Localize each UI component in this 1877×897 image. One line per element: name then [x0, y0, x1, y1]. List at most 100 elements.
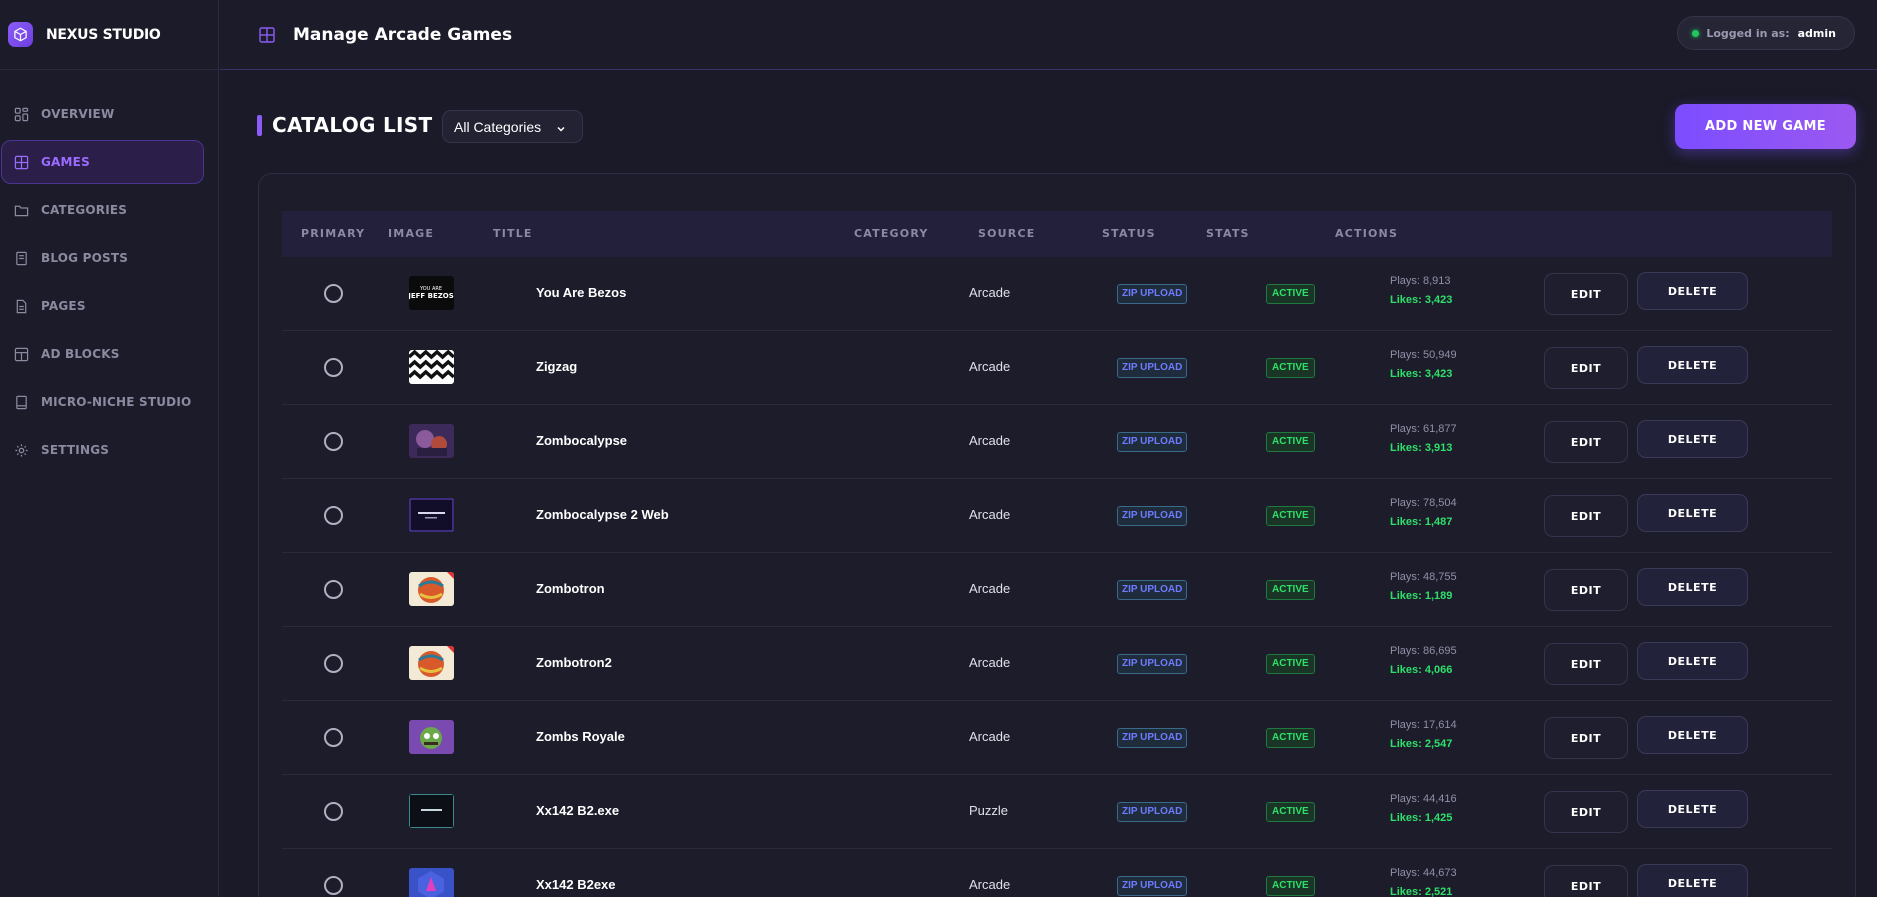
status-badge: ACTIVE — [1266, 506, 1315, 526]
edit-button[interactable]: EDIT — [1544, 717, 1628, 759]
sidebar-item-categories[interactable]: CATEGORIES — [1, 188, 204, 232]
notebook-icon — [14, 395, 29, 410]
games-table: PRIMARY IMAGE TITLE CATEGORY SOURCE STATUS STA… — [258, 173, 1856, 897]
book-icon — [14, 251, 29, 266]
source-badge: ZIP UPLOAD — [1117, 654, 1188, 674]
game-category: Arcade — [969, 581, 1011, 596]
delete-button[interactable]: DELETE — [1637, 568, 1748, 606]
login-label: Logged in as: — [1706, 26, 1790, 40]
table-row: Zombotron2 Arcade ZIP UPLOAD ACTIVE Plays: 8… — [282, 627, 1832, 701]
sidebar-item-ad-blocks[interactable]: AD BLOCKS — [1, 332, 204, 376]
sidebar-item-settings[interactable]: SETTINGS — [1, 428, 204, 472]
folder-icon — [14, 203, 29, 218]
game-category: Arcade — [969, 433, 1011, 448]
plays-count: Plays: 78,504 — [1390, 497, 1457, 509]
game-title: Zombs Royale — [536, 729, 625, 744]
sidebar-item-label: BLOG POSTS — [41, 251, 129, 265]
edit-button[interactable]: EDIT — [1544, 643, 1628, 685]
primary-radio[interactable] — [324, 580, 343, 599]
delete-button[interactable]: DELETE — [1637, 864, 1748, 897]
add-new-game-button[interactable]: ADD NEW GAME — [1675, 104, 1856, 149]
primary-radio[interactable] — [324, 432, 343, 451]
plays-count: Plays: 86,695 — [1390, 645, 1457, 657]
likes-count: Likes: 3,423 — [1390, 368, 1453, 380]
delete-button[interactable]: DELETE — [1637, 790, 1748, 828]
primary-radio[interactable] — [324, 654, 343, 673]
column-header-primary: PRIMARY — [301, 227, 366, 240]
primary-radio[interactable] — [324, 358, 343, 377]
edit-button[interactable]: EDIT — [1544, 495, 1628, 537]
column-header-actions: ACTIONS — [1335, 227, 1399, 240]
table-row: Zigzag Arcade ZIP UPLOAD ACTIVE Plays: 50,94… — [282, 331, 1832, 405]
source-badge: ZIP UPLOAD — [1117, 580, 1188, 600]
document-icon — [14, 299, 29, 314]
edit-button[interactable]: EDIT — [1544, 347, 1628, 389]
likes-count: Likes: 1,425 — [1390, 812, 1453, 824]
online-status-icon — [1692, 29, 1700, 37]
game-thumbnail — [409, 350, 454, 384]
delete-button[interactable]: DELETE — [1637, 420, 1748, 458]
column-header-stats: STATS — [1206, 227, 1250, 240]
column-header-source: SOURCE — [978, 227, 1036, 240]
delete-button[interactable]: DELETE — [1637, 346, 1748, 384]
primary-radio[interactable] — [324, 506, 343, 525]
source-badge: ZIP UPLOAD — [1117, 284, 1188, 304]
plays-count: Plays: 50,949 — [1390, 349, 1457, 361]
likes-count: Likes: 2,547 — [1390, 738, 1453, 750]
likes-count: Likes: 2,521 — [1390, 886, 1453, 897]
sidebar-item-pages[interactable]: PAGES — [1, 284, 204, 328]
sidebar-item-games[interactable]: GAMES — [1, 140, 204, 184]
game-thumbnail — [409, 646, 454, 680]
game-category: Arcade — [969, 877, 1011, 892]
brand[interactable]: NEXUS STUDIO — [0, 0, 218, 70]
table-header: PRIMARY IMAGE TITLE CATEGORY SOURCE STATUS STA… — [282, 211, 1832, 257]
source-badge: ZIP UPLOAD — [1117, 802, 1188, 822]
edit-button[interactable]: EDIT — [1544, 273, 1628, 315]
sidebar-item-micro-niche-studio[interactable]: MICRO-NICHE STUDIO — [1, 380, 204, 424]
source-badge: ZIP UPLOAD — [1117, 358, 1188, 378]
edit-button[interactable]: EDIT — [1544, 421, 1628, 463]
ad-grid-icon — [14, 347, 29, 362]
status-badge: ACTIVE — [1266, 580, 1315, 600]
game-title: Zigzag — [536, 359, 578, 374]
status-badge: ACTIVE — [1266, 358, 1315, 378]
edit-button[interactable]: EDIT — [1544, 865, 1628, 897]
primary-radio[interactable] — [324, 728, 343, 747]
delete-button[interactable]: DELETE — [1637, 716, 1748, 754]
delete-button[interactable]: DELETE — [1637, 272, 1748, 310]
likes-count: Likes: 1,189 — [1390, 590, 1453, 602]
table-row: YOU ARE JEFF BEZOS You Are Bezos Arcade ZIP … — [282, 257, 1832, 331]
plays-count: Plays: 8,913 — [1390, 275, 1451, 287]
edit-button[interactable]: EDIT — [1544, 569, 1628, 611]
dashboard-icon — [14, 107, 29, 122]
category-filter-select[interactable]: All Categories — [442, 110, 583, 143]
delete-button[interactable]: DELETE — [1637, 494, 1748, 532]
plays-count: Plays: 44,416 — [1390, 793, 1457, 805]
plays-count: Plays: 17,614 — [1390, 719, 1457, 731]
primary-radio[interactable] — [324, 284, 343, 303]
sidebar-item-overview[interactable]: OVERVIEW — [1, 92, 204, 136]
table-row: Zombocalypse Arcade ZIP UPLOAD ACTIVE Plays:… — [282, 405, 1832, 479]
gear-icon — [14, 443, 29, 458]
column-header-image: IMAGE — [388, 227, 435, 240]
login-status[interactable]: Logged in as: admin — [1677, 16, 1855, 50]
column-header-category: CATEGORY — [854, 227, 929, 240]
primary-radio[interactable] — [324, 876, 343, 895]
delete-button[interactable]: DELETE — [1637, 642, 1748, 680]
cube-icon — [8, 22, 33, 47]
table-row: Zombocalypse 2 Web Arcade ZIP UPLOAD ACTIVE… — [282, 479, 1832, 553]
game-thumbnail: YOU ARE JEFF BEZOS — [409, 276, 454, 310]
grid-icon — [259, 26, 275, 43]
table-row: Xx142 B2.exe Puzzle ZIP UPLOAD ACTIVE Plays:… — [282, 775, 1832, 849]
sidebar-item-label: CATEGORIES — [41, 203, 128, 217]
sidebar-item-label: OVERVIEW — [41, 107, 115, 121]
edit-button[interactable]: EDIT — [1544, 791, 1628, 833]
game-title: You Are Bezos — [536, 285, 627, 300]
status-badge: ACTIVE — [1266, 284, 1315, 304]
catalog-title: CATALOG LIST — [272, 113, 433, 137]
status-badge: ACTIVE — [1266, 654, 1315, 674]
primary-radio[interactable] — [324, 802, 343, 821]
sidebar-item-label: SETTINGS — [41, 443, 110, 457]
sidebar-item-blog-posts[interactable]: BLOG POSTS — [1, 236, 204, 280]
catalog-accent-bar — [257, 115, 262, 136]
